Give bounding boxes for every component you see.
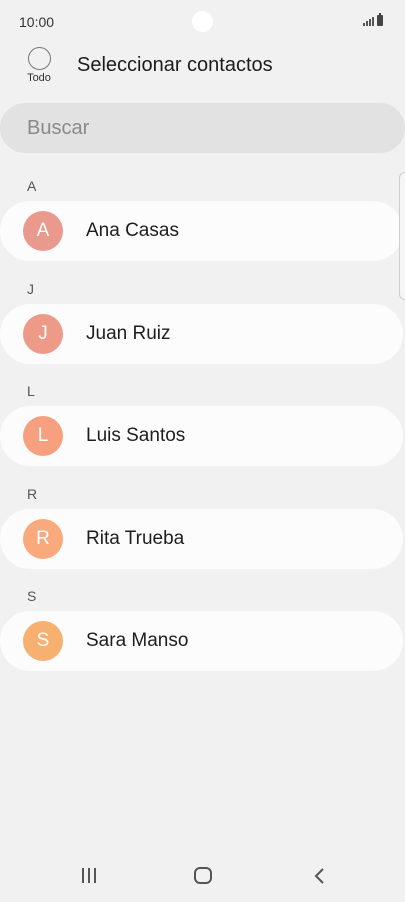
select-all-circle-icon[interactable]	[27, 47, 51, 70]
battery-icon	[377, 13, 383, 26]
contact-group: R R Rita Trueba	[0, 478, 405, 581]
contact-name: Luis Santos	[86, 425, 186, 446]
search-bar[interactable]	[0, 103, 405, 153]
contact-item[interactable]: S Sara Manso	[0, 611, 403, 671]
contact-picker-screen: 10:00 Todo Seleccionar contactos A A Ana…	[0, 0, 405, 902]
signal-icon	[363, 16, 374, 26]
avatar-initial: J	[38, 322, 48, 344]
avatar-initial: L	[37, 425, 49, 446]
fast-scroll-handle[interactable]	[399, 172, 405, 300]
status-bar: 10:00	[0, 0, 405, 44]
contact-list: A A Ana Casas J J Juan Ruiz L L Luis San…	[0, 170, 405, 683]
back-icon[interactable]	[312, 868, 328, 884]
contact-item[interactable]: R Rita Trueba	[0, 508, 403, 569]
navigation-bar	[0, 850, 405, 902]
contact-group: L L Luis Santos	[0, 375, 405, 478]
avatar-initial: A	[36, 220, 50, 241]
select-all-checkbox[interactable]: Todo	[24, 47, 54, 84]
avatar: L	[23, 416, 63, 456]
search-input[interactable]	[0, 103, 405, 153]
group-header-letter: R	[27, 485, 38, 502]
avatar-initial: S	[36, 630, 50, 651]
contact-group: J J Juan Ruiz	[0, 273, 405, 376]
contact-item[interactable]: A Ana Casas	[0, 201, 403, 261]
front-camera	[192, 11, 213, 32]
avatar: S	[23, 621, 63, 661]
contact-group: S S Sara Manso	[0, 580, 405, 683]
group-header-letter: S	[27, 588, 37, 604]
contact-name: Ana Casas	[86, 220, 179, 241]
status-time: 10:00	[19, 14, 55, 30]
contact-name: Sara Manso	[86, 630, 189, 651]
group-header-letter: A	[27, 178, 37, 194]
contact-group: A A Ana Casas	[0, 170, 405, 273]
group-header-letter: J	[27, 280, 34, 297]
avatar: J	[23, 313, 63, 354]
select-all-label: Todo	[27, 72, 51, 84]
status-icons	[363, 13, 383, 26]
contact-name: Juan Ruiz	[86, 322, 171, 344]
contact-name: Rita Trueba	[86, 527, 185, 549]
contact-item[interactable]: L Luis Santos	[0, 406, 403, 466]
recent-apps-icon[interactable]	[82, 868, 96, 883]
contact-item[interactable]: J Juan Ruiz	[0, 303, 403, 364]
page-title: Seleccionar contactos	[77, 54, 273, 76]
avatar: A	[23, 211, 63, 251]
avatar-initial: R	[36, 527, 50, 549]
group-header-letter: L	[27, 383, 35, 399]
home-icon[interactable]	[194, 867, 212, 884]
avatar: R	[23, 518, 63, 559]
